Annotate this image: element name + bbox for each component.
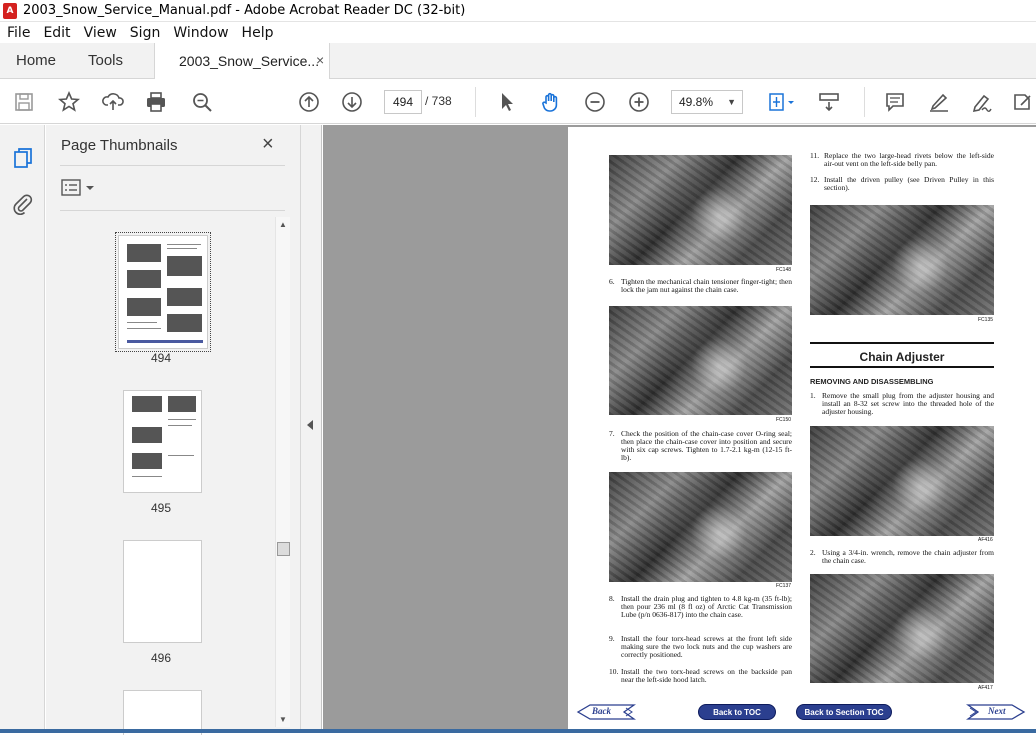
thumbnails-scrollbar[interactable]: ▲ ▼	[275, 217, 290, 727]
thumbnail-options-menu[interactable]	[61, 178, 97, 198]
highlight-pen-icon[interactable]	[927, 90, 951, 114]
photo-adjuster-housing	[810, 426, 994, 536]
close-panel-icon[interactable]: ×	[262, 133, 274, 156]
figure-label: AF416	[978, 537, 993, 543]
zoom-in-icon[interactable]	[627, 90, 651, 114]
attachment-paperclip-icon[interactable]	[11, 192, 35, 216]
zoom-out-icon[interactable]	[583, 90, 607, 114]
back-arrow-button[interactable]: Back	[576, 703, 636, 721]
page-total: / 738	[425, 94, 452, 108]
menu-edit[interactable]: Edit	[43, 25, 70, 41]
menu-view[interactable]: View	[84, 25, 117, 41]
tab-tools[interactable]: Tools	[88, 52, 123, 69]
scroll-down-arrow-icon[interactable]: ▼	[279, 715, 287, 724]
pdf-page: FC148 6. Tighten the mechanical chain ten…	[568, 127, 1036, 732]
next-page-icon[interactable]	[340, 90, 364, 114]
scroll-up-arrow-icon[interactable]: ▲	[279, 220, 287, 229]
previous-page-icon[interactable]	[297, 90, 321, 114]
zoom-level-value: 49.8%	[679, 95, 714, 109]
select-cursor-icon[interactable]	[495, 90, 519, 114]
next-arrow-button[interactable]: Next	[966, 703, 1026, 721]
back-to-toc-button[interactable]: Back to TOC	[698, 704, 776, 720]
save-icon[interactable]	[12, 90, 36, 114]
panel-title: Page Thumbnails	[61, 137, 178, 154]
figure-label: FC148	[776, 267, 792, 273]
thumbnail-page-495[interactable]	[123, 390, 202, 493]
figure-label: FC150	[776, 417, 792, 423]
panel-divider	[60, 165, 285, 166]
options-list-icon	[61, 179, 94, 196]
menu-bar: File Edit View Sign Window Help	[0, 22, 1036, 43]
tab-document[interactable]: 2003_Snow_Service... ×	[154, 43, 330, 80]
comment-icon[interactable]	[883, 90, 907, 114]
page-thumbnails-panel: Page Thumbnails × 494 495 496 ▲ ▼	[46, 125, 300, 735]
fill-sign-icon[interactable]	[970, 90, 994, 114]
section-title: Chain Adjuster	[859, 350, 945, 364]
scrollbar-thumb[interactable]	[277, 542, 290, 556]
close-tab-icon[interactable]: ×	[316, 52, 324, 68]
thumbnail-label: 496	[150, 651, 172, 665]
zoom-level-dropdown[interactable]: 49.8% ▼	[671, 90, 743, 114]
title-bar: A 2003_Snow_Service_Manual.pdf - Adobe A…	[0, 0, 1036, 22]
photo-cap-screws	[609, 472, 792, 582]
thumbnail-label: 495	[150, 501, 172, 515]
back-to-section-toc-button[interactable]: Back to Section TOC	[796, 704, 892, 720]
thumbnail-page-494[interactable]	[115, 232, 211, 352]
subsection-heading: REMOVING AND DISASSEMBLING	[810, 377, 934, 386]
figure-label: FC137	[776, 583, 792, 589]
zoom-search-icon[interactable]	[190, 90, 214, 114]
document-tab-label: 2003_Snow_Service...	[179, 53, 320, 69]
page-thumbnails-icon[interactable]	[11, 146, 35, 170]
window-title: 2003_Snow_Service_Manual.pdf - Adobe Acr…	[23, 3, 466, 18]
thumbnail-page-496[interactable]	[123, 540, 202, 643]
next-label: Next	[988, 706, 1006, 716]
section-heading: Chain Adjuster	[810, 342, 994, 368]
page-number-input[interactable]: 494	[384, 90, 422, 114]
toolbar: 494 / 738 49.8% ▼	[0, 79, 1036, 124]
print-icon[interactable]	[144, 90, 168, 114]
photo-chain-case-cover	[609, 306, 792, 415]
collapse-panel-arrow-icon[interactable]	[307, 420, 313, 430]
tab-bar: Home Tools 2003_Snow_Service... ×	[0, 43, 1036, 80]
scroll-mode-icon[interactable]	[817, 90, 841, 114]
photo-adjuster-removal	[810, 574, 994, 683]
menu-window[interactable]: Window	[173, 25, 228, 41]
more-tools-icon[interactable]	[1011, 90, 1035, 114]
hand-tool-icon[interactable]	[539, 90, 563, 114]
page-fit-icon[interactable]	[764, 90, 798, 114]
photo-chain-tensioner	[609, 155, 792, 265]
toolbar-divider	[864, 87, 865, 117]
figure-label: AF417	[978, 685, 993, 691]
photo-driven-pulley	[810, 205, 994, 315]
menu-help[interactable]: Help	[242, 25, 274, 41]
panel-splitter[interactable]	[300, 125, 322, 733]
taskbar-edge	[0, 729, 1036, 733]
acrobat-app-icon: A	[3, 2, 17, 19]
bookmark-star-icon[interactable]	[57, 90, 81, 114]
menu-sign[interactable]: Sign	[130, 25, 161, 41]
panel-divider	[60, 210, 285, 211]
menu-file[interactable]: File	[7, 25, 30, 41]
figure-label: FC135	[978, 317, 994, 323]
chevron-down-icon: ▼	[727, 97, 736, 107]
upload-share-icon[interactable]	[101, 90, 125, 114]
toolbar-divider	[475, 87, 476, 117]
thumbnail-label: 494	[150, 351, 172, 365]
document-viewer[interactable]: FC148 6. Tighten the mechanical chain ten…	[323, 125, 1036, 733]
left-icon-rail	[0, 125, 45, 733]
tab-home[interactable]: Home	[16, 52, 56, 69]
back-label: Back	[592, 706, 611, 716]
